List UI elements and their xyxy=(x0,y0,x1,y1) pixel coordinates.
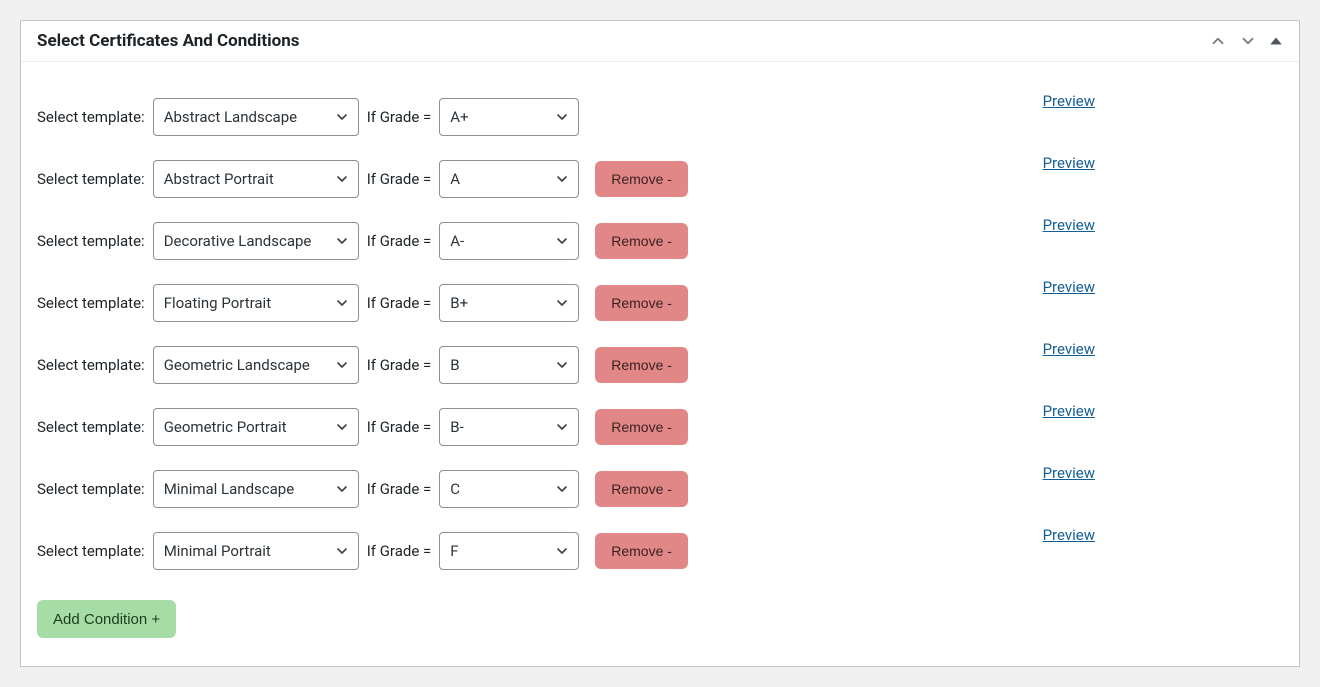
condition-row: Select template: Geometric Portrait If Gra… xyxy=(37,408,1283,446)
grade-select-value: A xyxy=(450,170,460,188)
panel-header: Select Certificates And Conditions xyxy=(21,21,1299,62)
remove-button[interactable]: Remove - xyxy=(595,409,688,445)
preview-link[interactable]: Preview xyxy=(1043,216,1095,234)
select-template-label: Select template: xyxy=(37,480,145,498)
chevron-down-icon xyxy=(334,109,350,125)
chevron-down-icon xyxy=(554,481,570,497)
grade-select[interactable]: A+ xyxy=(439,98,579,136)
template-select-value: Floating Portrait xyxy=(164,294,271,312)
select-template-label: Select template: xyxy=(37,418,145,436)
grade-select-value: F xyxy=(450,542,458,560)
grade-select[interactable]: B xyxy=(439,346,579,384)
if-grade-label: If Grade = xyxy=(367,542,432,560)
select-template-label: Select template: xyxy=(37,170,145,188)
template-select-value: Abstract Portrait xyxy=(164,170,274,188)
grade-select[interactable]: A- xyxy=(439,222,579,260)
chevron-down-icon xyxy=(554,543,570,559)
template-select-value: Decorative Landscape xyxy=(164,232,312,250)
remove-button[interactable]: Remove - xyxy=(595,347,688,383)
if-grade-label: If Grade = xyxy=(367,232,432,250)
chevron-down-icon xyxy=(554,295,570,311)
preview-link[interactable]: Preview xyxy=(1043,154,1095,172)
template-select-value: Abstract Landscape xyxy=(164,108,297,126)
template-select-value: Geometric Landscape xyxy=(164,356,310,374)
preview-link[interactable]: Preview xyxy=(1043,278,1095,296)
preview-link[interactable]: Preview xyxy=(1043,340,1095,358)
chevron-down-icon xyxy=(334,419,350,435)
panel-title: Select Certificates And Conditions xyxy=(37,31,299,51)
grade-select-value: B+ xyxy=(450,294,468,312)
remove-button[interactable]: Remove - xyxy=(595,161,688,197)
preview-link[interactable]: Preview xyxy=(1043,92,1095,110)
condition-row: Select template: Abstract Landscape If Gra… xyxy=(37,98,1283,136)
chevron-down-icon xyxy=(334,357,350,373)
grade-select-value: A+ xyxy=(450,108,468,126)
condition-row: Select template: Minimal Portrait If Grade… xyxy=(37,532,1283,570)
select-template-label: Select template: xyxy=(37,232,145,250)
template-select[interactable]: Geometric Portrait xyxy=(153,408,359,446)
chevron-down-icon xyxy=(554,109,570,125)
chevron-down-icon xyxy=(334,171,350,187)
chevron-down-icon xyxy=(554,171,570,187)
if-grade-label: If Grade = xyxy=(367,294,432,312)
if-grade-label: If Grade = xyxy=(367,418,432,436)
grade-select[interactable]: B+ xyxy=(439,284,579,322)
grade-select-value: B xyxy=(450,356,459,374)
grade-select[interactable]: F xyxy=(439,532,579,570)
panel-body: Select template: Abstract Landscape If Gra… xyxy=(21,62,1299,666)
collapse-toggle-icon[interactable] xyxy=(1269,34,1283,48)
condition-row: Select template: Decorative Landscape If G… xyxy=(37,222,1283,260)
remove-button[interactable]: Remove - xyxy=(595,533,688,569)
chevron-down-icon xyxy=(334,295,350,311)
if-grade-label: If Grade = xyxy=(367,356,432,374)
move-up-icon[interactable] xyxy=(1209,32,1227,50)
grade-select[interactable]: A xyxy=(439,160,579,198)
remove-button[interactable]: Remove - xyxy=(595,471,688,507)
chevron-down-icon xyxy=(334,481,350,497)
template-select[interactable]: Minimal Landscape xyxy=(153,470,359,508)
remove-button[interactable]: Remove - xyxy=(595,223,688,259)
template-select[interactable]: Decorative Landscape xyxy=(153,222,359,260)
preview-link[interactable]: Preview xyxy=(1043,526,1095,544)
template-select[interactable]: Minimal Portrait xyxy=(153,532,359,570)
chevron-down-icon xyxy=(334,233,350,249)
template-select-value: Minimal Portrait xyxy=(164,542,271,560)
remove-button[interactable]: Remove - xyxy=(595,285,688,321)
preview-link[interactable]: Preview xyxy=(1043,464,1095,482)
add-condition-button[interactable]: Add Condition + xyxy=(37,600,176,638)
select-template-label: Select template: xyxy=(37,542,145,560)
if-grade-label: If Grade = xyxy=(367,108,432,126)
template-select[interactable]: Floating Portrait xyxy=(153,284,359,322)
condition-row: Select template: Abstract Portrait If Grad… xyxy=(37,160,1283,198)
if-grade-label: If Grade = xyxy=(367,170,432,188)
chevron-down-icon xyxy=(554,357,570,373)
grade-select-value: A- xyxy=(450,232,464,250)
condition-row: Select template: Geometric Landscape If Gr… xyxy=(37,346,1283,384)
condition-row: Select template: Floating Portrait If Grad… xyxy=(37,284,1283,322)
select-template-label: Select template: xyxy=(37,108,145,126)
condition-row: Select template: Minimal Landscape If Grad… xyxy=(37,470,1283,508)
select-template-label: Select template: xyxy=(37,294,145,312)
template-select-value: Minimal Landscape xyxy=(164,480,294,498)
template-select[interactable]: Abstract Landscape xyxy=(153,98,359,136)
grade-select-value: B- xyxy=(450,418,464,436)
certificates-panel: Select Certificates And Conditions Selec… xyxy=(20,20,1300,667)
grade-select-value: C xyxy=(450,480,460,498)
if-grade-label: If Grade = xyxy=(367,480,432,498)
chevron-down-icon xyxy=(334,543,350,559)
panel-controls xyxy=(1209,32,1283,50)
template-select-value: Geometric Portrait xyxy=(164,418,287,436)
chevron-down-icon xyxy=(554,419,570,435)
template-select[interactable]: Geometric Landscape xyxy=(153,346,359,384)
grade-select[interactable]: C xyxy=(439,470,579,508)
chevron-down-icon xyxy=(554,233,570,249)
template-select[interactable]: Abstract Portrait xyxy=(153,160,359,198)
select-template-label: Select template: xyxy=(37,356,145,374)
preview-link[interactable]: Preview xyxy=(1043,402,1095,420)
grade-select[interactable]: B- xyxy=(439,408,579,446)
move-down-icon[interactable] xyxy=(1239,32,1257,50)
